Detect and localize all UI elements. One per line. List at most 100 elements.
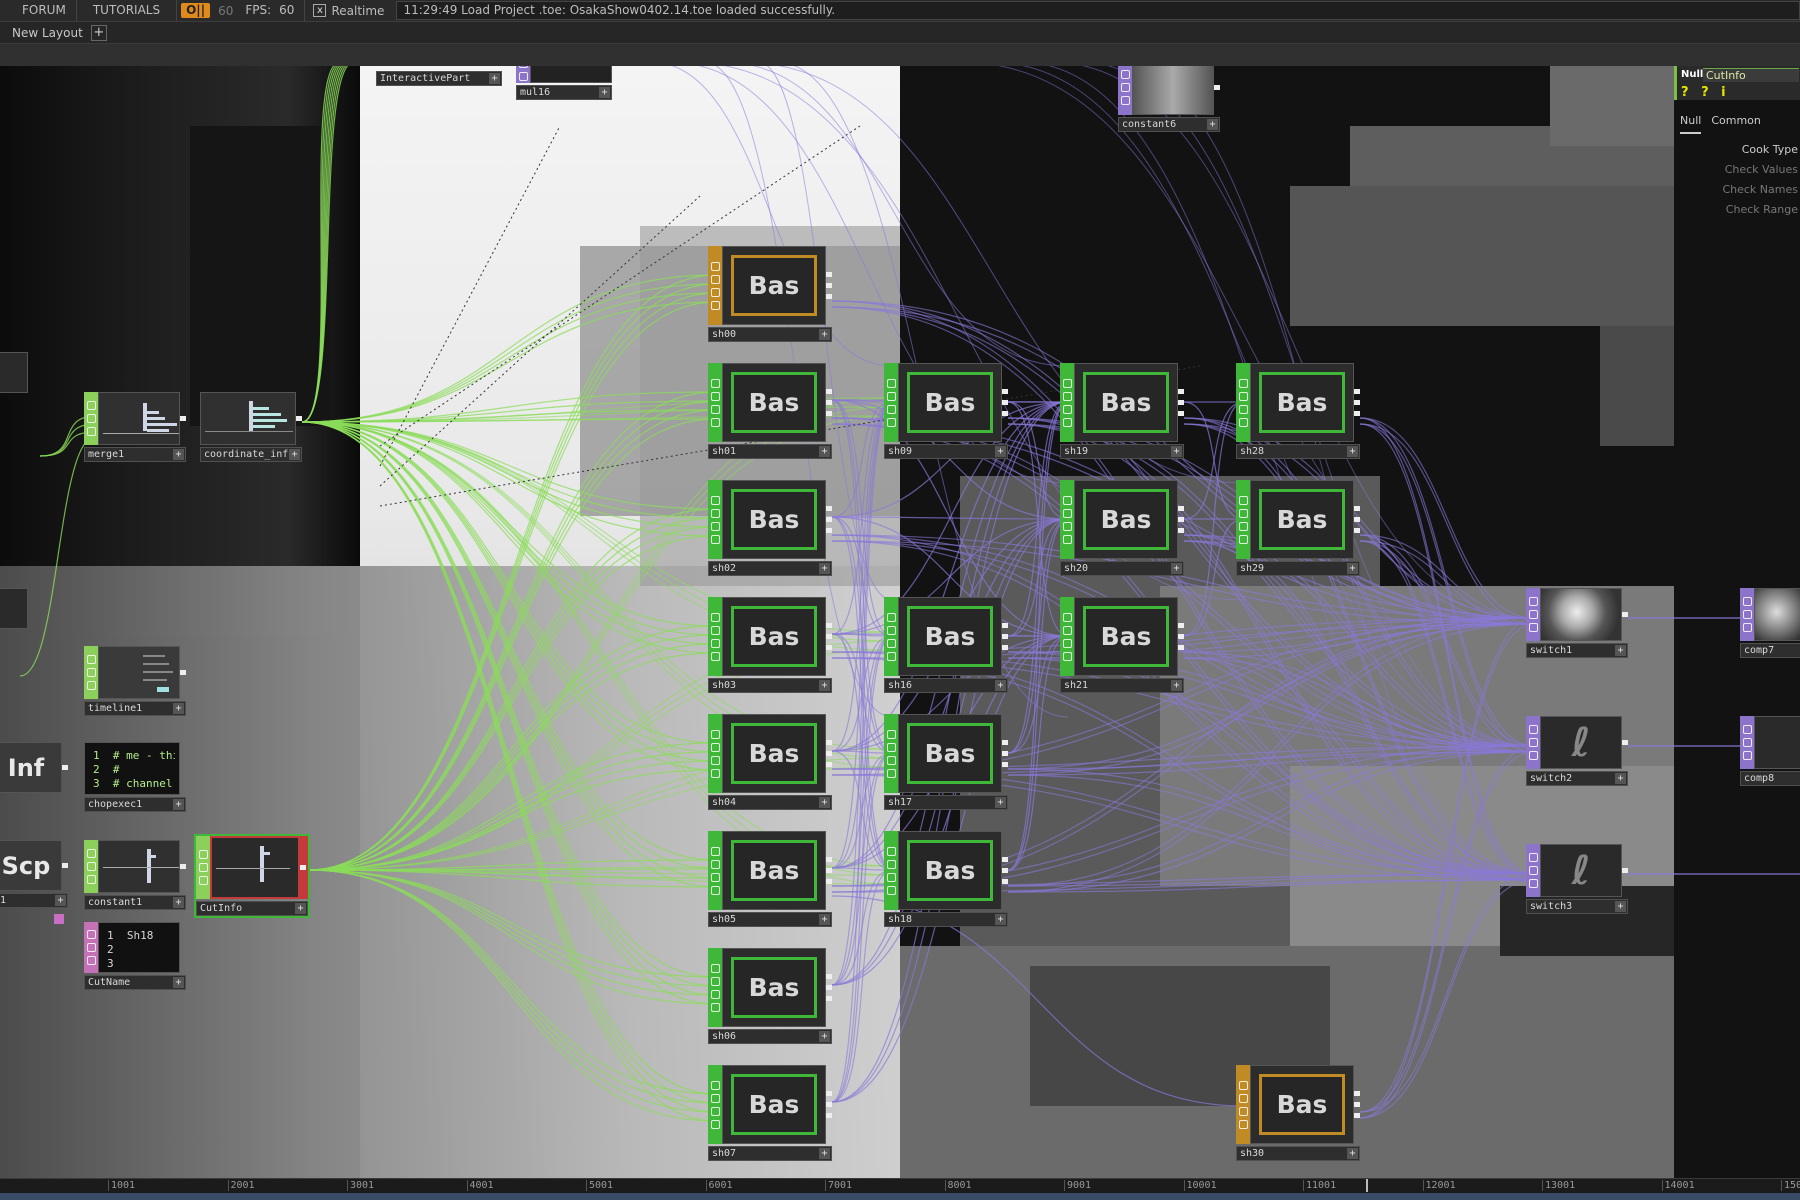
node-outputs[interactable] [1354,363,1360,442]
node-sh28[interactable]: Bas sh28 + [1236,363,1360,459]
node-outputs[interactable] [1002,831,1008,910]
node-chopexec1[interactable]: 1 # me - this2 #3 # channel - chopexec1 + [84,742,186,812]
node-outputs[interactable] [826,246,832,325]
wire[interactable] [831,401,893,1103]
node-flag[interactable]: + [173,449,184,460]
add-layout-button[interactable]: + [90,24,107,41]
wire[interactable] [307,634,717,871]
node-outputs[interactable] [1002,363,1008,442]
forum-button[interactable]: FORUM [0,0,77,21]
wire[interactable] [301,301,717,423]
wire[interactable] [307,869,717,987]
node-switch3[interactable]: ℓ switch3 + [1526,844,1628,914]
node-flag[interactable]: + [1207,119,1218,130]
node-flag[interactable]: + [173,799,184,810]
tutorials-button[interactable]: TUTORIALS [77,0,178,21]
node-sh19[interactable]: Bas sh19 + [1060,363,1184,459]
node-outputs[interactable] [1002,714,1008,793]
node-flag[interactable]: + [1171,563,1182,574]
node-flag[interactable]: + [819,1148,830,1159]
node-flag[interactable]: + [819,1031,830,1042]
node-outputs[interactable] [180,646,186,699]
timeline-ruler[interactable]: 1001 2001 3001 4001 5001 6001 7001 8001 9001 1000… [0,1178,1800,1193]
node-outputs[interactable] [62,840,68,891]
param-cook-type[interactable]: Cook Type [1742,143,1798,156]
param-check-range[interactable]: Check Range [1726,203,1798,216]
node-cutinfo[interactable]: CutInfo + [194,834,310,918]
node-sh02[interactable]: Bas sh02 + [708,480,832,576]
node-flag[interactable]: + [1171,680,1182,691]
node-cutname[interactable]: 1 Sh18 2 3 CutName + [84,922,186,990]
node-sh09[interactable]: Bas sh09 + [884,363,1008,459]
wire[interactable] [19,435,97,677]
node-flag[interactable]: + [819,797,830,808]
node-flag[interactable]: + [819,914,830,925]
node-timeline1[interactable]: timeline1 + [84,646,186,716]
operator-name-field[interactable]: CutInfo [1703,68,1799,82]
param-check-names[interactable]: Check Names [1722,183,1798,196]
node-outputs[interactable] [62,742,68,793]
wire[interactable] [307,409,717,871]
node-sh18[interactable]: Bas sh18 + [884,831,1008,927]
node-flag[interactable]: + [289,449,300,460]
node-switch1[interactable]: switch1 + [1526,588,1628,658]
node-left-partial-top[interactable] [0,352,28,410]
node-inf[interactable]: Inf [0,742,68,810]
node-coordinate-info[interactable]: coordinate_info + [200,392,302,462]
node-flag[interactable]: + [819,329,830,340]
wire[interactable] [1359,745,1535,1113]
wire[interactable] [307,643,717,871]
node-flag[interactable]: + [599,87,610,98]
network-editor[interactable]: InteractivePart + mul16 + constant6 + merge… [0,66,1800,1178]
wire[interactable] [307,869,717,1122]
node-merge1[interactable]: merge1 + [84,392,186,462]
node-flag[interactable]: + [1347,563,1358,574]
wire[interactable] [301,66,342,423]
node-outputs[interactable] [1622,588,1628,641]
node-outputs[interactable] [300,836,308,899]
node-outputs[interactable] [1178,363,1184,442]
node-constant6[interactable]: constant6 + [1118,66,1220,132]
wire[interactable] [1359,423,1535,625]
node-outputs[interactable] [1178,480,1184,559]
node-sh21[interactable]: Bas sh21 + [1060,597,1184,693]
node-sh04[interactable]: Bas sh04 + [708,714,832,810]
wire[interactable] [1359,540,1535,881]
node-outputs[interactable] [1354,480,1360,559]
wire[interactable] [831,895,1245,1107]
node-flag[interactable]: + [1171,446,1182,457]
node-flag[interactable]: + [295,903,306,914]
node-outputs[interactable] [180,392,186,445]
node-outputs[interactable] [1622,844,1628,897]
wire[interactable] [1359,879,1535,1119]
node-outputs[interactable] [1214,66,1220,115]
fps-target[interactable]: 60 [210,4,241,18]
wire[interactable] [301,421,717,645]
tab-common[interactable]: Common [1711,114,1761,134]
play-pause-button[interactable]: O|| [181,3,211,18]
wire[interactable] [301,421,717,879]
node-outputs[interactable] [826,948,832,1027]
node-outputs[interactable] [826,714,832,793]
node-flag[interactable]: + [1347,446,1358,457]
node-outputs[interactable] [1178,597,1184,676]
node-flag[interactable]: + [995,797,1006,808]
node-flag[interactable]: + [55,895,66,906]
wire[interactable] [301,421,717,537]
layout-tab[interactable]: New Layout [0,26,91,40]
node-flag[interactable]: + [995,446,1006,457]
node-sh05[interactable]: Bas sh05 + [708,831,832,927]
node-interactivepart[interactable]: InteractivePart + [376,66,502,86]
node-flag[interactable]: + [1615,773,1626,784]
node-outputs[interactable] [826,363,832,442]
realtime-checkbox[interactable]: x [313,4,327,17]
wire[interactable] [307,652,717,871]
node-constant1[interactable]: constant1 + [84,840,186,910]
wire[interactable] [831,401,893,635]
wire[interactable] [1359,751,1535,1119]
node-flag[interactable]: + [173,703,184,714]
node-sh16[interactable]: Bas sh16 + [884,597,1008,693]
node-sh07[interactable]: Bas sh07 + [708,1065,832,1161]
wire[interactable] [301,421,717,987]
node-sh20[interactable]: Bas sh20 + [1060,480,1184,576]
